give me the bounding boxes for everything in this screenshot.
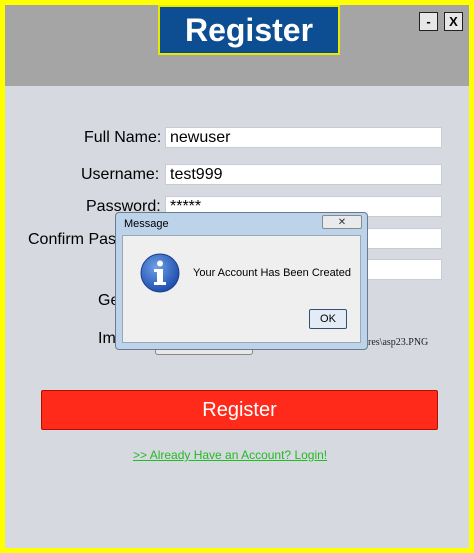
- confirm-password-label: Confirm Pass: [28, 231, 125, 248]
- info-icon: [140, 253, 180, 293]
- register-window: Register - X Full Name: newuser Username…: [5, 5, 469, 548]
- dialog-body: Your Account Has Been Created OK: [122, 235, 361, 343]
- close-icon: ✕: [337, 216, 347, 228]
- ok-button[interactable]: OK: [309, 309, 347, 329]
- dialog-title: Message: [124, 218, 169, 230]
- dialog-message: Your Account Has Been Created: [193, 267, 351, 279]
- header-bar: Register - X: [5, 5, 469, 86]
- page-title: Register: [184, 11, 314, 48]
- register-button[interactable]: Register: [41, 390, 438, 430]
- minimize-button[interactable]: -: [419, 12, 438, 31]
- username-field[interactable]: test999: [165, 164, 442, 185]
- image-path: ures\asp23.PNG: [363, 337, 429, 348]
- login-link[interactable]: >> Already Have an Account? Login!: [133, 448, 327, 462]
- full-name-label: Full Name:: [84, 129, 162, 146]
- username-label: Username:: [81, 166, 160, 183]
- message-dialog: Message ✕ Your Account Has Been Created …: [115, 212, 368, 350]
- image-label: Im: [98, 330, 116, 347]
- full-name-field[interactable]: newuser: [165, 127, 442, 148]
- close-button[interactable]: X: [444, 12, 463, 31]
- dialog-close-button[interactable]: ✕: [322, 215, 362, 229]
- title-banner: Register: [158, 5, 340, 55]
